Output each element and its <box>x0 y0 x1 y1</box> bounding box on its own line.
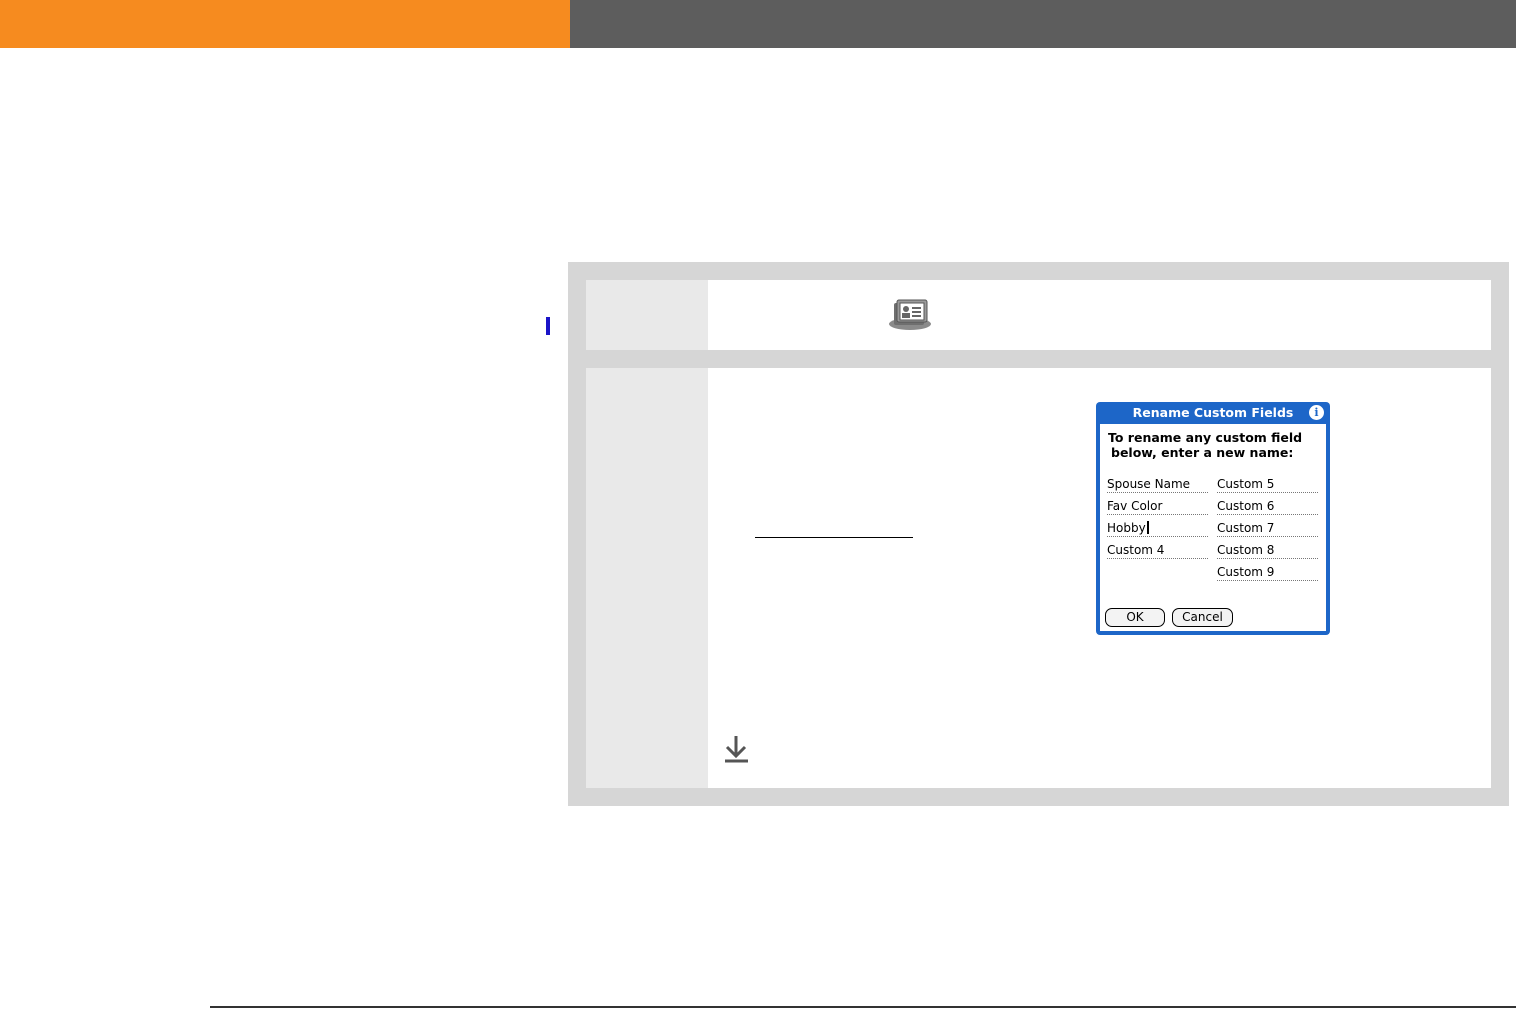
text-caret <box>1146 521 1149 534</box>
header-grey-band <box>570 0 1516 48</box>
info-icon[interactable]: i <box>1309 405 1324 420</box>
contacts-app-icon[interactable] <box>888 297 932 331</box>
custom-field-3-input[interactable]: Hobby <box>1107 520 1208 537</box>
custom-field-1-input[interactable]: Spouse Name <box>1107 476 1208 493</box>
ok-button[interactable]: OK <box>1105 608 1165 627</box>
text-cursor-marker <box>546 317 550 335</box>
step-1-number-cell <box>586 280 708 350</box>
header-orange-band <box>0 0 570 48</box>
rename-custom-fields-dialog: Rename Custom Fields i To rename any cus… <box>1096 402 1330 635</box>
custom-field-6-input[interactable]: Custom 6 <box>1217 498 1318 515</box>
custom-field-9-input[interactable]: Custom 9 <box>1217 564 1318 581</box>
step-1-content <box>708 280 1491 350</box>
cancel-button[interactable]: Cancel <box>1172 608 1233 627</box>
prompt-line-2: below, enter a new name: <box>1111 445 1294 460</box>
custom-field-5-input[interactable]: Custom 5 <box>1217 476 1318 493</box>
step-2-number-cell <box>586 368 708 788</box>
custom-field-7-input[interactable]: Custom 7 <box>1217 520 1318 537</box>
prompt-line-1: To rename any custom field <box>1108 430 1303 445</box>
dialog-prompt: To rename any custom field below, enter … <box>1108 430 1323 460</box>
link-underline[interactable] <box>755 537 913 538</box>
dialog-body: To rename any custom field below, enter … <box>1100 424 1326 631</box>
custom-field-4-input[interactable]: Custom 4 <box>1107 542 1208 559</box>
footer-rule <box>210 1006 1516 1008</box>
custom-field-8-input[interactable]: Custom 8 <box>1217 542 1318 559</box>
custom-field-2-input[interactable]: Fav Color <box>1107 498 1208 515</box>
dialog-title: Rename Custom Fields <box>1132 405 1294 420</box>
download-arrow-icon[interactable] <box>724 733 750 765</box>
